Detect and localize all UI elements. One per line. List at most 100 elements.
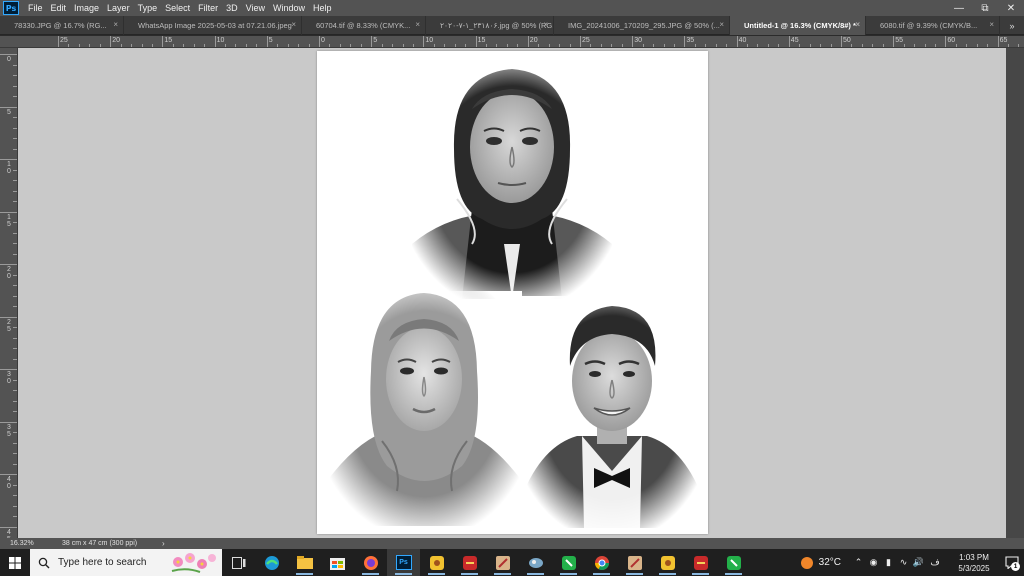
tab-document-3[interactable]: 60704.tif @ 8.33% (CMYK... × [302,16,426,35]
ruler-label: 2 5 [7,318,11,333]
menu-help[interactable]: Help [309,0,336,16]
tab-label: IMG_20241006_170209_295.JPG @ 50% (... [568,21,720,30]
photoshop-taskbar-icon[interactable]: Ps [387,549,420,576]
taskbar-search[interactable] [30,549,222,576]
ruler-label: 20 [112,37,120,44]
app-icon-8[interactable] [684,549,717,576]
ruler-tick [997,36,999,47]
volume-icon[interactable]: 🔊 [911,549,926,576]
ruler-tick [266,36,268,47]
tab-document-4[interactable]: ۲۰۲۰-۷-۱_۲۳۱۸۰۶.jpg @ 50% (RG... × [426,16,554,35]
edge-icon[interactable] [255,549,288,576]
photoshop-logo-icon[interactable]: Ps [3,1,19,15]
document-canvas[interactable] [317,51,708,534]
clock-date: 5/3/2025 [958,563,990,573]
wifi-icon[interactable]: ∿ [896,549,911,576]
ruler-tick [893,36,895,47]
tab-document-1[interactable]: 78330.JPG @ 16.7% (RG... × [0,16,124,35]
close-icon[interactable]: × [855,20,860,29]
ruler-tick [684,36,686,47]
tab-document-2[interactable]: WhatsApp Image 2025-05-03 at 07.21.06.jp… [124,16,302,35]
minimize-icon[interactable]: — [946,0,972,16]
menu-3d[interactable]: 3D [222,0,242,16]
app-icon-9[interactable] [717,549,750,576]
horizontal-ruler[interactable]: 25 20 15 10 5 0 5 10 15 20 25 30 35 40 45 50 55 60 65 [0,36,1024,48]
ruler-tick [162,36,164,47]
ruler-label: 15 [164,37,173,44]
ruler-tick [0,211,17,213]
tab-label: 78330.JPG @ 16.7% (RG... [14,21,107,30]
ruler-label: 1 5 [7,213,11,228]
close-icon[interactable]: × [989,20,994,29]
close-icon[interactable]: × [415,20,420,29]
ruler-tick [0,421,17,423]
menu-image[interactable]: Image [70,0,103,16]
menu-bar: Ps File Edit Image Layer Type Select Fil… [0,0,1024,16]
menu-file[interactable]: File [24,0,47,16]
tab-label: WhatsApp Image 2025-05-03 at 07.21.06.jp… [138,21,292,30]
menu-layer[interactable]: Layer [103,0,134,16]
tab-document-active[interactable]: Untitled-1 @ 16.3% (CMYK/8#) * × [730,16,866,35]
restore-icon[interactable]: ⧉ [972,0,998,16]
file-explorer-icon[interactable] [288,549,321,576]
menu-filter[interactable]: Filter [194,0,222,16]
vertical-scrollbar[interactable] [1006,48,1024,538]
more-tabs-icon[interactable]: » [1000,16,1024,35]
status-menu-arrow-icon[interactable]: › [162,539,165,548]
store-icon[interactable] [321,549,354,576]
ruler-tick [110,36,112,47]
ruler-label: 65 [999,37,1008,44]
app-icon-1[interactable] [420,549,453,576]
system-tray: 32°C ⌃ ◉ ▮ ∿ 🔊 ف 1:03 PM 5/3/2025 1 [799,549,1024,576]
menu-type[interactable]: Type [134,0,162,16]
weather-widget[interactable]: 32°C [799,555,841,571]
menu-edit[interactable]: Edit [47,0,71,16]
location-icon[interactable]: ◉ [866,549,881,576]
language-indicator[interactable]: ف [926,549,944,576]
battery-icon[interactable]: ▮ [881,549,896,576]
zoom-level[interactable]: 16.32% [0,540,50,547]
tab-label: Untitled-1 @ 16.3% (CMYK/8#) * [744,21,856,30]
ruler-tick [788,36,790,47]
tab-document-7[interactable]: 6080.tif @ 9.39% (CMYK/B... × [866,16,1000,35]
app-icon-7[interactable] [651,549,684,576]
ruler-tick [214,36,216,47]
menu-view[interactable]: View [242,0,269,16]
clock-time: 1:03 PM [959,552,989,562]
close-icon[interactable]: × [291,20,296,29]
close-icon[interactable]: × [543,20,548,29]
sun-icon [800,556,813,569]
app-icon-2[interactable] [453,549,486,576]
firefox-icon[interactable] [354,549,387,576]
tab-document-5[interactable]: IMG_20241006_170209_295.JPG @ 50% (... × [554,16,730,35]
app-icon-4[interactable] [519,549,552,576]
chrome-icon[interactable] [585,549,618,576]
flower-decoration-icon [171,553,216,573]
app-icon-3[interactable] [486,549,519,576]
ruler-label: 0 [321,37,325,44]
ruler-tick [841,36,842,47]
notification-count-badge: 1 [1011,562,1020,571]
close-icon[interactable]: × [113,20,118,29]
app-icon-6[interactable] [618,549,651,576]
clock[interactable]: 1:03 PM 5/3/2025 [948,552,1000,574]
notification-center-button[interactable]: 1 [1000,549,1024,576]
ruler-tick [0,316,17,318]
search-input[interactable] [58,557,176,568]
close-icon[interactable]: ✕ [998,0,1024,16]
ruler-label: 4 0 [7,476,11,490]
menu-select[interactable]: Select [161,0,194,16]
vertical-ruler[interactable]: 0 5 1 0 1 5 2 0 2 5 3 0 3 5 4 0 4 5 [0,48,18,538]
app-icon-5[interactable] [552,549,585,576]
ruler-label: 0 [7,56,11,63]
ruler-label: 25 [60,37,68,44]
portrait-woman-light-scarf [327,291,522,526]
start-button[interactable] [0,549,30,576]
ruler-tick [0,474,17,475]
menu-window[interactable]: Window [269,0,309,16]
ruler-tick [0,264,17,265]
task-view-icon[interactable] [222,549,255,576]
close-icon[interactable]: × [719,20,724,29]
ruler-label: 15 [477,37,486,44]
chevron-up-icon[interactable]: ⌃ [851,549,866,576]
